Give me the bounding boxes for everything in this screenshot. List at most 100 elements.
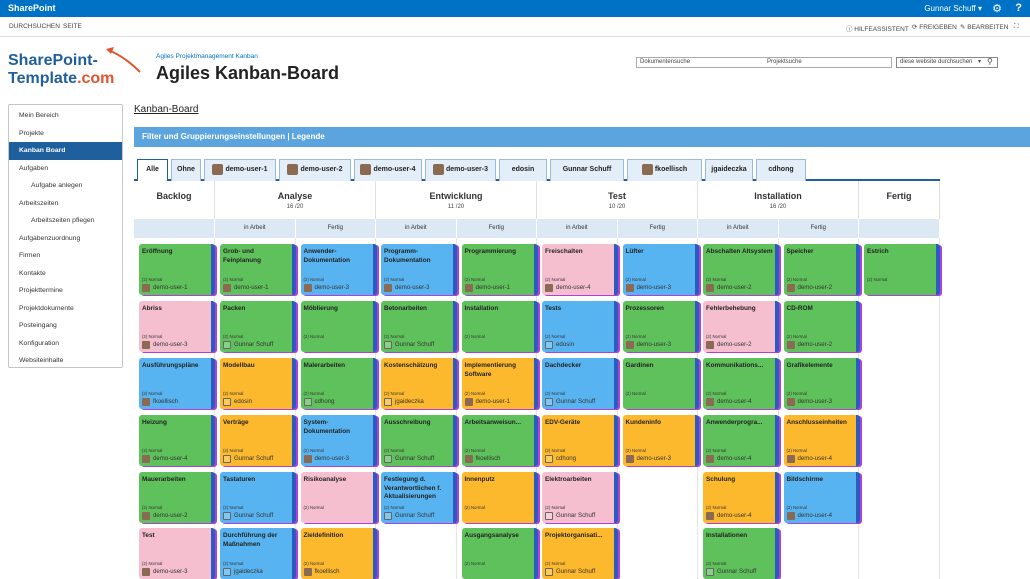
card-assignee[interactable]: Gunnar Schuff [234,455,273,462]
card-assignee[interactable]: demo-user-2 [717,341,752,348]
nav-item-arbeitszeiten-pflegen[interactable]: Arbeitszeiten pflegen [9,212,122,230]
kanban-card[interactable]: Test (2) Normal demo-user-3 [139,528,215,579]
kanban-card[interactable]: EDV-Geräte (2) Normal cdhong [542,415,618,466]
breadcrumb[interactable]: Kanban-Board [134,104,199,115]
kanban-card[interactable]: Betonarbeiten (2) Normal Gunnar Schuff [381,301,457,352]
kanban-card[interactable]: Speicher (2) Normal demo-user-2 [783,244,860,295]
filter-bar[interactable]: Filter und Gruppierungseinstellungen | L… [134,127,1030,147]
nav-item-aufgabenzuordnung[interactable]: Aufgabenzuordnung [9,230,122,248]
nav-item-websiteinhalte[interactable]: Websiteinhalte [9,352,122,370]
site-subtitle[interactable]: Agiles Projektmanagement Kanban [156,53,258,60]
kanban-card[interactable]: Grob- und Feinplanung (2) Normal demo-user… [220,244,296,295]
kanban-card[interactable]: Innenputz (2) Normal [461,472,538,523]
kanban-card[interactable]: Ausgangsanalyse (2) Normal [461,528,538,579]
kanban-card[interactable]: Abschalten Altsystem (2) Normal demo-user-… [703,244,779,295]
kanban-card[interactable]: Eröffnung (2) Normal demo-user-1 [139,244,215,295]
kanban-card[interactable]: System-Dokumentation (2) Normal demo-user-… [300,415,377,466]
tab-demo-user-4[interactable]: demo-user-4 [354,159,422,181]
nav-item-mein-bereich[interactable]: Mein Bereich [9,107,122,125]
card-assignee[interactable]: edosin [234,398,252,405]
card-assignee[interactable]: demo-user-3 [153,341,188,348]
nav-item-posteingang[interactable]: Posteingang [9,317,122,335]
tab-demo-user-2[interactable]: demo-user-2 [279,159,351,181]
card-assignee[interactable]: Gunnar Schuff [395,341,434,348]
kanban-card[interactable]: Modellbau (2) Normal edosin [220,358,296,409]
kanban-card[interactable]: Installationen (2) Normal Gunnar Schuff [703,528,779,579]
kanban-card[interactable]: Tastaturen (2) Normal Gunnar Schuff [220,472,296,523]
card-assignee[interactable]: fkoellisch [476,455,501,462]
kanban-card[interactable]: Anschlusseinheiten (2) Normal demo-user-4 [783,415,860,466]
card-assignee[interactable]: Gunnar Schuff [556,512,595,519]
kanban-card[interactable]: Grafikelemente (2) Normal demo-user-3 [783,358,860,409]
kanban-card[interactable]: Packen (2) Normal Gunnar Schuff [220,301,296,352]
card-assignee[interactable]: Gunnar Schuff [395,512,434,519]
card-assignee[interactable]: demo-user-3 [798,398,833,405]
kanban-card[interactable]: Risikoanalyse (2) Normal [300,472,377,523]
card-assignee[interactable]: Gunnar Schuff [717,568,756,575]
sharepoint-brand[interactable]: SharePoint [8,3,56,13]
card-assignee[interactable]: demo-user-3 [637,455,672,462]
nav-item-firmen[interactable]: Firmen [9,247,122,265]
card-assignee[interactable]: demo-user-1 [476,398,511,405]
tab-fkoellisch[interactable]: fkoellisch [627,159,702,181]
tab-gunnar-schuff[interactable]: Gunnar Schuff [550,159,624,181]
kanban-card[interactable]: Fehlerbehebung (2) Normal demo-user-2 [703,301,779,352]
kanban-card[interactable]: Bildschirme (2) Normal demo-user-4 [783,472,860,523]
card-assignee[interactable]: fkoellisch [153,398,178,405]
site-logo[interactable]: SharePoint- Template.com [8,47,141,88]
kanban-card[interactable]: Durchführung der Maßnahmen (2) Normal jgai… [220,528,296,579]
tab-durchsuchen[interactable]: DURCHSUCHEN [9,23,60,30]
kanban-card[interactable]: Möblierung (2) Normal [300,301,377,352]
card-assignee[interactable]: demo-user-2 [798,341,833,348]
chevron-down-icon[interactable]: ▾ [978,58,981,65]
kanban-card[interactable]: Tests (2) Normal edosin [542,301,618,352]
tab-cdhong[interactable]: cdhong [756,159,806,181]
kanban-card[interactable]: Dachdecker (2) Normal Gunnar Schuff [542,358,618,409]
nav-item-projekte[interactable]: Projekte [9,125,122,143]
card-assignee[interactable]: demo-user-2 [153,512,188,519]
card-assignee[interactable]: demo-user-2 [717,284,752,291]
scope-dokumentensuche[interactable]: Dokumentensuche [640,59,690,65]
card-assignee[interactable]: demo-user-1 [153,284,188,291]
kanban-card[interactable]: Ausführungspläne (2) Normal fkoellisch [139,358,215,409]
card-assignee[interactable]: demo-user-3 [637,284,672,291]
card-assignee[interactable]: Gunnar Schuff [234,512,273,519]
kanban-card[interactable]: Implementierung Software (2) Normal demo-u… [461,358,538,409]
card-assignee[interactable]: cdhong [315,398,335,405]
focus-icon[interactable]: ⛶ [1014,23,1019,31]
kanban-card[interactable]: Estrich (2) Normal [864,244,940,295]
search-input[interactable]: diese website durchsuchen ▾ ⚲ [896,57,998,68]
bearbeiten-button[interactable]: ✎ BEARBEITEN [960,23,1008,31]
kanban-card[interactable]: CD-ROM (2) Normal demo-user-2 [783,301,860,352]
kanban-card[interactable]: Zieldefinition (2) Normal fkoellisch [300,528,377,579]
nav-item-kontakte[interactable]: Kontakte [9,265,122,283]
kanban-card[interactable]: Freischalten (2) Normal demo-user-4 [542,244,618,295]
nav-item-projekttermine[interactable]: Projekttermine [9,282,122,300]
card-assignee[interactable]: demo-user-3 [153,568,188,575]
card-assignee[interactable]: demo-user-4 [556,284,591,291]
card-assignee[interactable]: demo-user-3 [395,284,430,291]
card-assignee[interactable]: jgaideczka [395,398,424,405]
tab-edosin[interactable]: edosin [499,159,547,181]
kanban-card[interactable]: Kommunikations... (2) Normal demo-user-4 [703,358,779,409]
kanban-card[interactable]: Elektroarbeiten (2) Normal Gunnar Schuff [542,472,618,523]
tab-jgaideczka[interactable]: jgaideczka [705,159,753,181]
kanban-card[interactable]: Abriss (2) Normal demo-user-3 [139,301,215,352]
nav-item-aufgabe-anlegen[interactable]: Aufgabe anlegen [9,177,122,195]
tab-demo-user-1[interactable]: demo-user-1 [204,159,276,181]
search-scope-selector[interactable]: Dokumentensuche Projektsuche [636,57,892,68]
freigeben-button[interactable]: ⟳ FREIGEBEN [912,23,957,31]
card-assignee[interactable]: Gunnar Schuff [395,455,434,462]
nav-item-kanban-board[interactable]: Kanban Board [9,142,122,160]
card-assignee[interactable]: fkoellisch [315,568,340,575]
help-icon[interactable]: ? [1015,2,1022,14]
kanban-card[interactable]: Programm-Dokumentation (2) Normal demo-use… [381,244,457,295]
kanban-card[interactable]: Prozessoren (2) Normal demo-user-3 [622,301,699,352]
nav-item-aufgaben[interactable]: Aufgaben [9,160,122,178]
card-assignee[interactable]: edosin [556,341,574,348]
card-assignee[interactable]: demo-user-1 [234,284,269,291]
card-assignee[interactable]: demo-user-3 [315,284,350,291]
card-assignee[interactable]: demo-user-4 [717,455,752,462]
card-assignee[interactable]: demo-user-4 [153,455,188,462]
card-assignee[interactable]: demo-user-4 [717,398,752,405]
